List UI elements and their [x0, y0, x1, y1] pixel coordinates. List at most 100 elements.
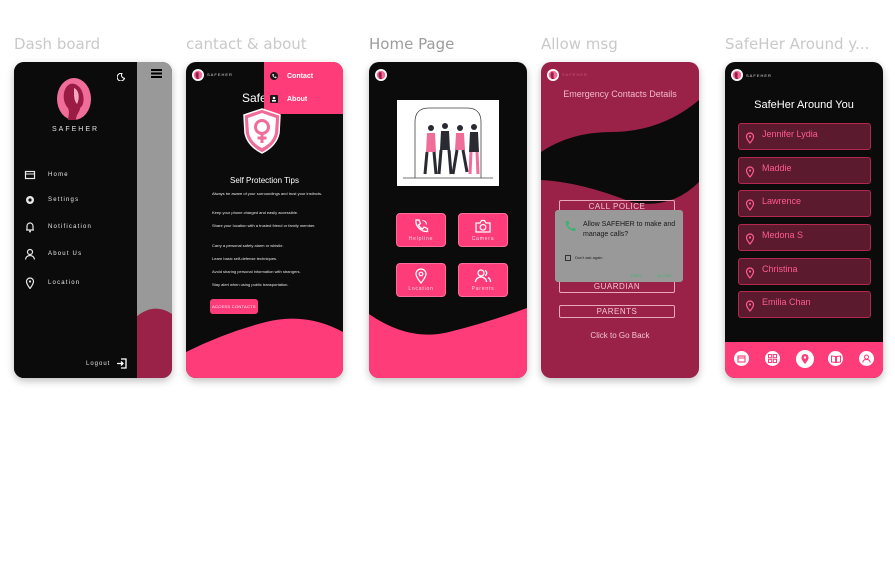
- frame-title-home: Home Page: [369, 35, 455, 53]
- tips-title: Self Protection Tips: [230, 176, 299, 185]
- around-title: SafeHer Around You: [754, 99, 854, 111]
- dropdown-label-about: About: [287, 95, 308, 103]
- parents-button[interactable]: Parents: [458, 263, 508, 297]
- around-you-screen: SAFEHER SafeHer Around You Jennifer Lydi…: [725, 62, 883, 378]
- tip-1: Always be aware of your surroundings and…: [212, 191, 323, 196]
- location-pin-icon: [745, 166, 755, 178]
- tip-5: Learn basic self-defense techniques.: [212, 256, 278, 261]
- menu-label-notification: Notification: [48, 224, 93, 230]
- contact-about-screen: SAFEHER Safe Contact About Self Protecti…: [186, 62, 343, 378]
- logout-button[interactable]: Logout: [86, 358, 128, 369]
- small-logo: [375, 69, 387, 81]
- helpline-button[interactable]: Helpline: [396, 213, 446, 247]
- logout-label: Logout: [86, 360, 111, 367]
- gear-icon: [26, 196, 34, 204]
- parents-label: Parents: [471, 286, 495, 292]
- phone-icon: [565, 221, 576, 232]
- contact-card[interactable]: Emilia Chan: [738, 291, 871, 318]
- page-heading: Safe: [242, 91, 267, 105]
- camera-label: Camera: [471, 236, 495, 242]
- menu-label-about: About Us: [48, 251, 83, 257]
- location-pin-icon: [745, 199, 755, 211]
- contact-name: Maddie: [762, 163, 792, 173]
- location-pin-icon: [745, 233, 755, 245]
- permission-dialog: Allow SAFEHER to make and manage calls? …: [555, 210, 683, 282]
- nav-home-icon[interactable]: [734, 351, 749, 366]
- small-brand: SAFEHER: [562, 72, 588, 77]
- contact-card[interactable]: Christina: [738, 258, 871, 285]
- menu-label-settings: Settings: [48, 197, 80, 203]
- dont-ask-checkbox[interactable]: [565, 255, 571, 261]
- users-icon: [474, 269, 492, 283]
- parents-button[interactable]: PARENTS: [559, 305, 675, 318]
- tip-4: Carry a personal safety alarm or whistle…: [212, 243, 284, 248]
- contact-card[interactable]: Jennifer Lydia: [738, 123, 871, 150]
- dropdown-item-contact[interactable]: Contact: [270, 72, 313, 80]
- location-pin-icon: [745, 267, 755, 279]
- location-pin-icon: [745, 132, 755, 144]
- contact-name: Emilia Chan: [762, 297, 811, 307]
- frame-title-contact-about: cantact & about: [186, 35, 307, 53]
- emergency-header: Emergency Contacts Details: [563, 89, 677, 99]
- profile-card-icon: [270, 95, 278, 103]
- location-button[interactable]: Location: [396, 263, 446, 297]
- location-label: Location: [408, 286, 434, 292]
- contact-name: Jennifer Lydia: [762, 129, 818, 139]
- deny-button[interactable]: DENY: [631, 273, 642, 278]
- small-brand: SAFEHER: [207, 72, 233, 77]
- permission-text: Allow SAFEHER to make and manage calls?: [583, 221, 676, 238]
- menu-label-home: Home: [48, 172, 69, 178]
- phone-icon: [270, 72, 278, 80]
- menu-item-location[interactable]: Location: [24, 277, 80, 289]
- contact-name: Christina: [762, 264, 798, 274]
- moon-icon[interactable]: [117, 73, 125, 81]
- location-pin-icon: [25, 277, 35, 289]
- brand-name: SAFEHER: [52, 126, 100, 133]
- small-logo: [547, 69, 559, 81]
- contact-card[interactable]: Lawrence: [738, 190, 871, 217]
- women-illustration: [397, 100, 499, 186]
- menu-label-location: Location: [48, 280, 81, 286]
- nav-location-icon[interactable]: [796, 350, 814, 368]
- go-back-link[interactable]: Click to Go Back: [541, 331, 699, 340]
- access-contacts-button[interactable]: ACCESS CONTACTS: [210, 299, 258, 314]
- dropdown-item-about[interactable]: About: [270, 95, 307, 103]
- allow-button[interactable]: ALLOW: [657, 273, 671, 278]
- venus-shield-icon: [241, 107, 283, 155]
- contact-card[interactable]: Medona S: [738, 224, 871, 251]
- safeher-logo: [56, 78, 92, 122]
- camera-icon: [475, 219, 491, 233]
- contact-name: Lawrence: [762, 196, 802, 206]
- menu-item-settings[interactable]: Settings: [24, 194, 79, 206]
- menu-item-notification[interactable]: Notification: [24, 221, 92, 233]
- nav-grid-icon[interactable]: [765, 351, 780, 366]
- dashboard-screen: SAFEHER Home Settings Notification About…: [14, 62, 172, 378]
- allow-permission-screen: SAFEHER Emergency Contacts Details CALL …: [541, 62, 699, 378]
- logout-icon: [117, 358, 128, 369]
- phone-call-icon: [415, 219, 429, 233]
- bell-icon: [26, 222, 34, 233]
- small-logo: [192, 69, 204, 81]
- home-icon: [24, 170, 36, 180]
- location-pin-icon: [745, 300, 755, 312]
- pink-wave: [369, 308, 527, 378]
- frame-title-dashboard: Dash board: [14, 35, 101, 53]
- pink-wave: [136, 308, 172, 378]
- contact-card[interactable]: Maddie: [738, 157, 871, 184]
- tip-7: Stay alert when using public transportat…: [212, 282, 289, 287]
- location-pin-icon: [415, 268, 427, 284]
- menu-icon[interactable]: [151, 69, 162, 78]
- dont-ask-label: Don't ask again: [575, 255, 603, 260]
- nav-profile-icon[interactable]: [859, 351, 874, 366]
- tip-6: Avoid sharing personal information with …: [212, 269, 301, 274]
- helpline-label: Helpline: [408, 236, 434, 242]
- small-logo: [731, 69, 743, 81]
- nav-book-icon[interactable]: [828, 351, 843, 366]
- camera-button[interactable]: Camera: [458, 213, 508, 247]
- menu-item-about[interactable]: About Us: [24, 248, 82, 260]
- design-canvas: Dash board cantact & about Home Page All…: [0, 0, 895, 565]
- menu-item-home[interactable]: Home: [24, 169, 69, 181]
- tip-2: Keep your phone charged and easily acces…: [212, 210, 299, 215]
- contact-name: Medona S: [762, 230, 804, 240]
- frame-title-around: SafeHer Around y...: [725, 35, 870, 53]
